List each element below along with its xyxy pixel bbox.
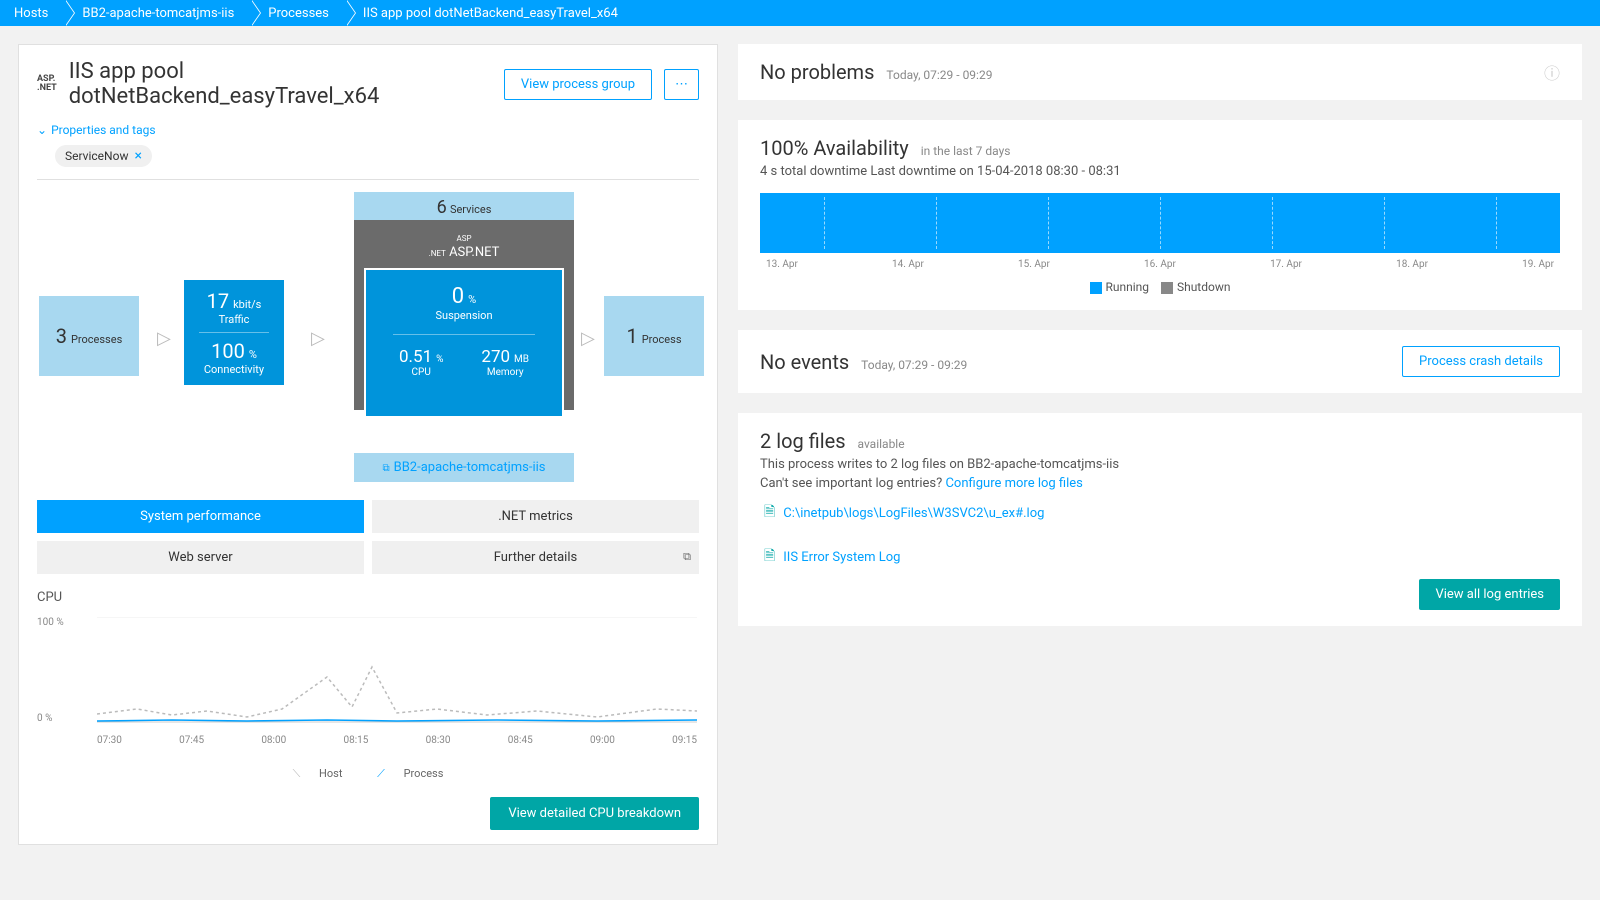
chevron-right-icon: ▷ (581, 328, 595, 349)
traffic-box[interactable]: 17 kbit/s Traffic 100 % Connectivity (184, 280, 284, 385)
breadcrumb-processes[interactable]: Processes (254, 0, 349, 26)
problems-title: No problems (760, 60, 874, 84)
services-count[interactable]: 6 Services (354, 192, 574, 223)
events-card: No events Today, 07:29 - 09:29 Process c… (738, 330, 1582, 393)
chart-legend: ⟍ Host ⟋ Process (37, 767, 699, 781)
incoming-processes[interactable]: 3 Processes (39, 296, 139, 376)
chart-title: CPU (37, 590, 699, 605)
info-icon[interactable]: ⓘ (1544, 60, 1560, 84)
problems-timerange: Today, 07:29 - 09:29 (886, 68, 992, 82)
tag-servicenow[interactable]: ServiceNow × (55, 145, 152, 167)
external-link-icon: ⧉ (382, 463, 389, 474)
configure-logs-link[interactable]: Configure more log files (945, 476, 1082, 491)
downtime-text: 4 s total downtime Last downtime on 15-0… (760, 164, 1560, 179)
process-crash-details-button[interactable]: Process crash details (1402, 346, 1560, 377)
view-process-group-button[interactable]: View process group (504, 69, 652, 100)
breadcrumb-host[interactable]: BB2-apache-tomcatjms-iis (68, 0, 254, 26)
x-axis-labels: 07:3007:4508:0008:1508:3008:4509:0009:15 (97, 735, 697, 746)
problems-card: ⓘ No problems Today, 07:29 - 09:29 (738, 44, 1582, 100)
breadcrumb: Hosts BB2-apache-tomcatjms-iis Processes… (0, 0, 1600, 26)
tab-web-server[interactable]: Web server (37, 541, 364, 574)
availability-legend: Running Shutdown (760, 280, 1560, 294)
logs-description: This process writes to 2 log files on BB… (760, 457, 1560, 472)
view-all-log-entries-button[interactable]: View all log entries (1419, 579, 1560, 610)
page-title: IIS app pool dotNetBackend_easyTravel_x6… (69, 59, 492, 109)
availability-x-labels: 13. Apr14. Apr15. Apr16. Apr17. Apr18. A… (760, 259, 1560, 270)
process-main-box[interactable]: ASP.NET ASP.NET 0 % Suspension 0.51 %CPU… (354, 220, 574, 410)
availability-bar[interactable] (760, 193, 1560, 253)
breadcrumb-hosts[interactable]: Hosts (0, 0, 68, 26)
tab-system-performance[interactable]: System performance (37, 500, 364, 533)
file-icon: 🗎 (764, 545, 775, 569)
availability-card: 100% Availability in the last 7 days 4 s… (738, 120, 1582, 310)
chevron-right-icon: ▷ (157, 328, 171, 349)
logs-title: 2 log files (760, 429, 846, 453)
events-title: No events (760, 350, 849, 374)
chevron-down-icon: ⌄ (37, 123, 47, 137)
cpu-chart-svg[interactable] (97, 617, 697, 727)
tab-further-details[interactable]: Further details⧉ (372, 541, 699, 574)
external-link-icon: ⧉ (683, 550, 691, 564)
tab-net-metrics[interactable]: .NET metrics (372, 500, 699, 533)
topology-flow: 6 Services 3 Processes ▷ 17 kbit/s Traff… (19, 180, 717, 500)
more-actions-button[interactable]: ⋯ (664, 69, 699, 100)
outgoing-process[interactable]: 1 Process (604, 296, 704, 376)
file-icon: 🗎 (764, 501, 775, 525)
availability-title: 100% Availability (760, 136, 909, 160)
remove-tag-icon[interactable]: × (134, 148, 141, 164)
log-file-1[interactable]: 🗎 C:\inetpub\logs\LogFiles\W3SVC2\u_ex#.… (760, 491, 1560, 535)
logs-card: 2 log files available This process write… (738, 413, 1582, 626)
log-file-2[interactable]: 🗎 IIS Error System Log (760, 535, 1560, 579)
host-link[interactable]: ⧉BB2-apache-tomcatjms-iis (354, 453, 574, 482)
view-cpu-breakdown-button[interactable]: View detailed CPU breakdown (490, 797, 699, 830)
breadcrumb-current: IIS app pool dotNetBackend_easyTravel_x6… (349, 0, 638, 26)
aspnet-icon: ASP..NET (37, 75, 57, 93)
cpu-chart: CPU 100 % 0 % 07:3007:4508:0008:1508:300… (19, 574, 717, 797)
process-detail-card: ASP..NET IIS app pool dotNetBackend_easy… (18, 44, 718, 845)
properties-toggle[interactable]: ⌄ Properties and tags (19, 123, 717, 137)
chevron-right-icon: ▷ (311, 328, 325, 349)
